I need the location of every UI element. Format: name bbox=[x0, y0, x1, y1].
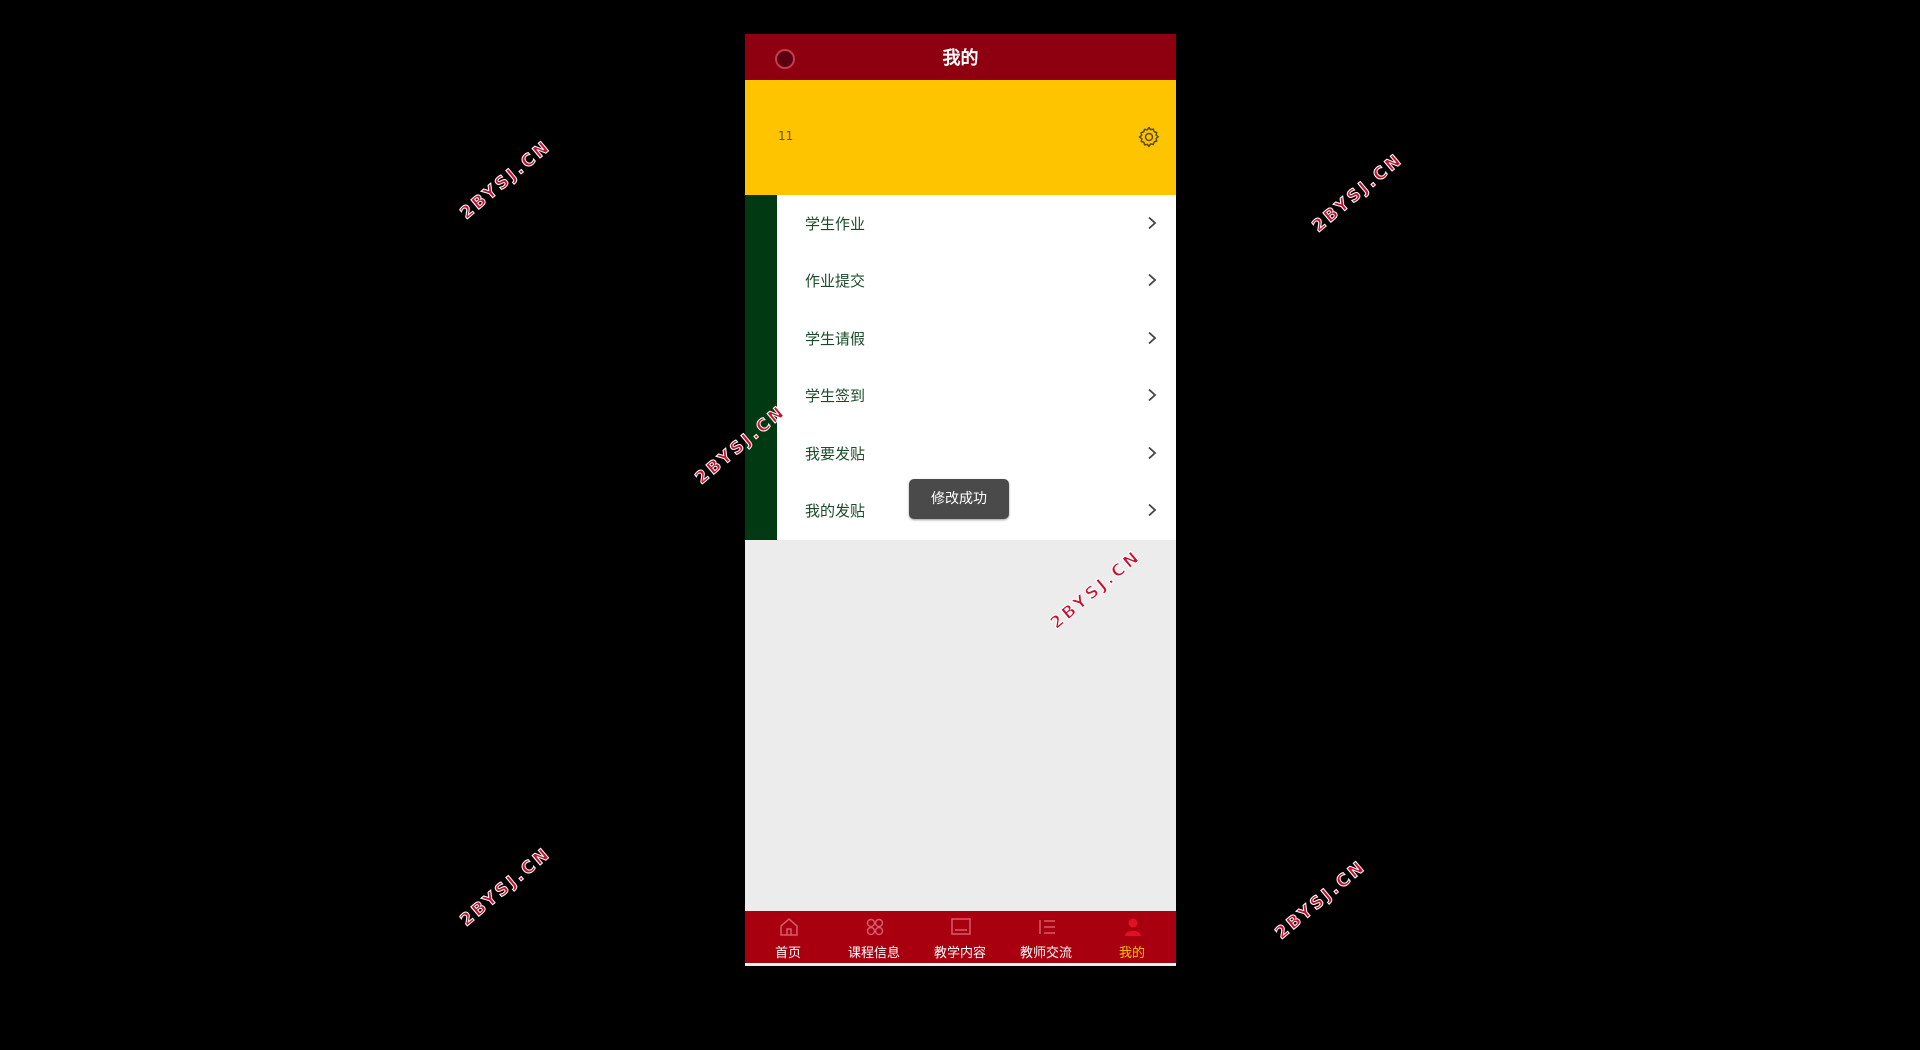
command-icon bbox=[866, 918, 884, 936]
tab-home[interactable]: 首页 bbox=[745, 911, 831, 963]
watermark-5: 2BYSJ.CN bbox=[456, 843, 556, 931]
chevron-right-icon bbox=[1148, 273, 1157, 287]
menu-item-label: 作业提交 bbox=[805, 272, 866, 290]
phone-screen: 我的 11 学生作业 作业提交 学生请假 学生签到 我要发贴 我的发贴 修改成功… bbox=[745, 34, 1176, 966]
gear-icon[interactable] bbox=[1137, 125, 1161, 149]
tab-mine[interactable]: 我的 bbox=[1089, 911, 1175, 963]
list-icon bbox=[1039, 920, 1055, 934]
menu-item-student-homework[interactable]: 学生作业 bbox=[777, 195, 1176, 252]
tab-label: 课程信息 bbox=[847, 946, 900, 961]
menu-item-label: 学生签到 bbox=[805, 387, 866, 405]
menu-item-new-post[interactable]: 我要发贴 bbox=[777, 425, 1176, 482]
chevron-right-icon bbox=[1148, 388, 1157, 402]
chevron-right-icon bbox=[1148, 331, 1157, 345]
menu-item-label: 我的发贴 bbox=[805, 502, 866, 520]
chevron-right-icon bbox=[1148, 216, 1157, 230]
page-title: 我的 bbox=[942, 48, 979, 69]
chevron-right-icon bbox=[1148, 503, 1157, 517]
toast-message: 修改成功 bbox=[909, 479, 1009, 519]
top-bar: 我的 bbox=[745, 34, 1176, 80]
tab-teacher-exchange[interactable]: 教师交流 bbox=[1003, 911, 1089, 963]
tab-label: 首页 bbox=[774, 946, 801, 961]
watermark-6: 2BYSJ.CN bbox=[1271, 856, 1371, 944]
tab-teaching-content[interactable]: 教学内容 bbox=[917, 911, 1003, 963]
home-icon bbox=[780, 918, 798, 936]
user-icon bbox=[1125, 918, 1141, 936]
tab-course-info[interactable]: 课程信息 bbox=[831, 911, 917, 963]
menu-item-label: 学生请假 bbox=[805, 330, 866, 348]
tab-label: 教师交流 bbox=[1019, 946, 1072, 961]
screen-icon bbox=[951, 918, 971, 935]
tab-label: 我的 bbox=[1118, 946, 1145, 961]
menu-item-homework-submit[interactable]: 作业提交 bbox=[777, 252, 1176, 309]
menu-item-label: 我要发贴 bbox=[805, 445, 866, 463]
bottom-tab-bar: 首页 课程信息 教学内容 教师交流 我的 bbox=[745, 911, 1176, 965]
profile-username: 11 bbox=[778, 129, 794, 143]
menu-item-label: 学生作业 bbox=[805, 215, 866, 233]
menu-accent-bar bbox=[745, 195, 777, 540]
tab-label: 教学内容 bbox=[933, 946, 986, 961]
chevron-right-icon bbox=[1148, 446, 1157, 460]
watermark-2: 2BYSJ.CN bbox=[1308, 149, 1408, 237]
menu-item-student-checkin[interactable]: 学生签到 bbox=[777, 367, 1176, 424]
menu-item-student-leave[interactable]: 学生请假 bbox=[777, 310, 1176, 367]
watermark-1: 2BYSJ.CN bbox=[456, 136, 556, 224]
profile-header: 11 bbox=[745, 80, 1176, 195]
